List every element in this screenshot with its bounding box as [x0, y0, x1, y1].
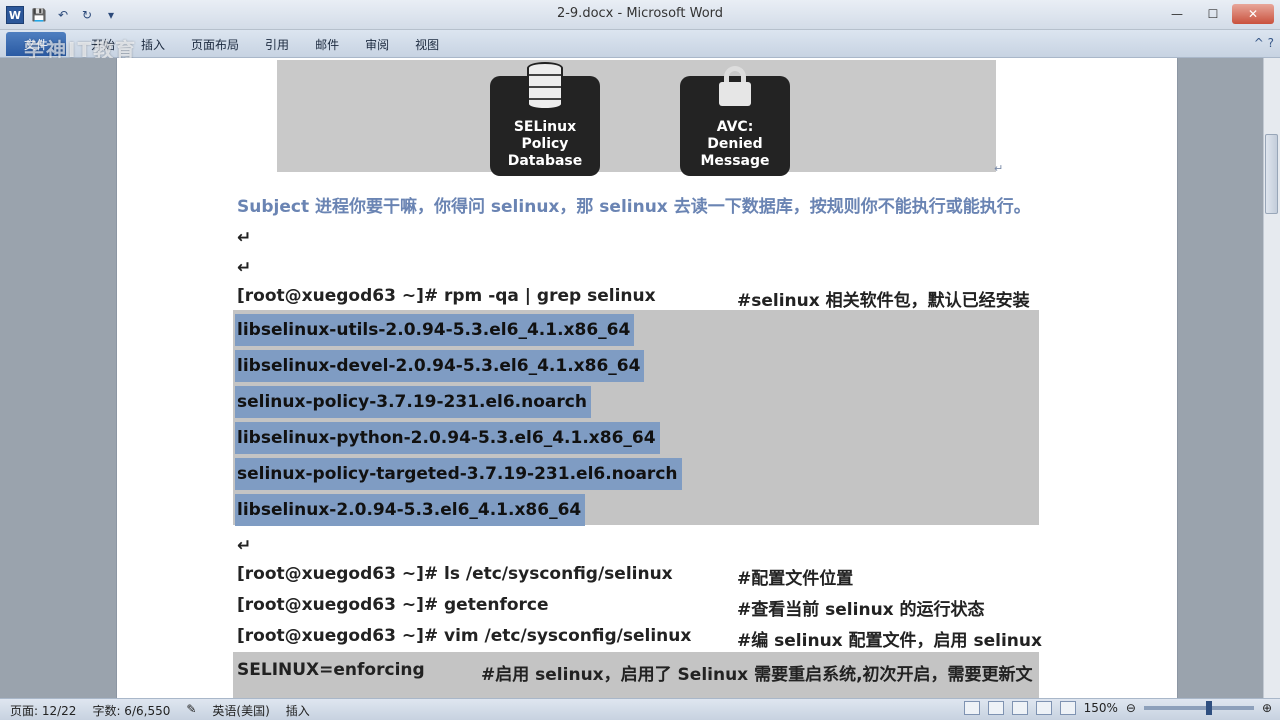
tab-mailings[interactable]: 邮件	[302, 36, 352, 53]
command-text: [root@xuegod63 ~]# rpm -qa | grep selinu…	[237, 286, 656, 306]
config-line: SELINUX=enforcing #启用 selinux，启用了 Selinu…	[237, 660, 1033, 685]
full-screen-view-button[interactable]	[987, 701, 1004, 715]
avc-denied-card: AVC: Denied Message	[680, 66, 790, 176]
zoom-slider[interactable]	[1143, 701, 1254, 715]
command-comment: #编 selinux 配置文件，启用 selinux	[737, 631, 1042, 651]
paragraph-mark: ↵	[237, 258, 252, 278]
config-comment: #启用 selinux，启用了 Selinux 需要重启系统,初次开启，需要更新…	[481, 665, 1033, 685]
zoom-slider-knob[interactable]	[1205, 701, 1212, 715]
database-icon	[527, 62, 563, 110]
avc-denied-label: AVC: Denied Message	[700, 119, 770, 169]
command-comment: #配置文件位置	[737, 569, 854, 589]
config-setting: SELINUX=enforcing	[237, 660, 425, 680]
insert-mode-indicator[interactable]: 插入	[286, 702, 310, 719]
command-line: [root@xuegod63 ~]# getenforce #查看当前 seli…	[237, 595, 985, 620]
policy-database-label: SELinux Policy Database	[507, 119, 583, 169]
ribbon-tab-bar: 文件 开始 插入 页面布局 引用 邮件 审阅 视图 ^ ?	[0, 30, 1280, 58]
zoom-out-icon[interactable]: ⊖	[1126, 701, 1136, 715]
page-count[interactable]: 页面: 12/22	[10, 702, 76, 719]
paragraph-mark: ↵	[237, 536, 252, 556]
print-layout-view-button[interactable]	[963, 701, 980, 715]
close-button[interactable]: ✕	[1232, 4, 1274, 24]
outline-view-button[interactable]	[1035, 701, 1052, 715]
command-line: [root@xuegod63 ~]# rpm -qa | grep selinu…	[237, 286, 1030, 311]
package-item: selinux-policy-3.7.19-231.el6.noarch	[235, 386, 591, 418]
command-line: [root@xuegod63 ~]# ls /etc/sysconfig/sel…	[237, 564, 853, 589]
status-bar: 页面: 12/22 字数: 6/6,550 ✎ 英语(美国) 插入 150% ⊖…	[0, 698, 1280, 720]
web-layout-view-button[interactable]	[1011, 701, 1028, 715]
minimize-button[interactable]: —	[1160, 4, 1194, 24]
tab-review[interactable]: 审阅	[352, 36, 402, 53]
command-text: [root@xuegod63 ~]# ls /etc/sysconfig/sel…	[237, 564, 673, 584]
title-bar: W 💾 ↶ ↻ ▾ 2-9.docx - Microsoft Word — ☐ …	[0, 0, 1280, 30]
maximize-button[interactable]: ☐	[1196, 4, 1230, 24]
command-text: [root@xuegod63 ~]# vim /etc/sysconfig/se…	[237, 626, 692, 646]
window-controls: — ☐ ✕	[1160, 4, 1274, 24]
command-comment: #selinux 相关软件包，默认已经安装	[737, 291, 1030, 311]
package-item: libselinux-utils-2.0.94-5.3.el6_4.1.x86_…	[235, 314, 635, 346]
package-item: selinux-policy-targeted-3.7.19-231.el6.n…	[235, 458, 682, 490]
word-count[interactable]: 字数: 6/6,550	[92, 702, 170, 719]
zoom-in-icon[interactable]: ⊕	[1262, 701, 1272, 715]
package-item: libselinux-devel-2.0.94-5.3.el6_4.1.x86_…	[235, 350, 645, 382]
language-indicator[interactable]: 英语(美国)	[212, 702, 269, 719]
tab-references[interactable]: 引用	[252, 36, 302, 53]
command-line: [root@xuegod63 ~]# vim /etc/sysconfig/se…	[237, 626, 1042, 651]
package-item: libselinux-2.0.94-5.3.el6_4.1.x86_64	[235, 494, 586, 526]
tab-page-layout[interactable]: 页面布局	[178, 36, 252, 53]
window-title: 2-9.docx - Microsoft Word	[556, 6, 724, 21]
paragraph-mark: ↵	[237, 228, 252, 248]
policy-database-card: SELinux Policy Database	[490, 62, 600, 176]
zoom-level[interactable]: 150%	[1084, 701, 1118, 715]
proofing-icon[interactable]: ✎	[186, 702, 196, 719]
tab-view[interactable]: 视图	[402, 36, 452, 53]
lock-icon	[717, 66, 753, 106]
scrollbar-thumb[interactable]	[1265, 134, 1278, 214]
draft-view-button[interactable]	[1059, 701, 1076, 715]
selinux-diagram-image[interactable]: SELinux Policy Database AVC: Denied Mess…	[277, 60, 996, 176]
command-text: [root@xuegod63 ~]# getenforce	[237, 595, 549, 615]
command-comment: #查看当前 selinux 的运行状态	[737, 600, 985, 620]
vertical-scrollbar[interactable]	[1263, 58, 1280, 698]
subject-paragraph: Subject 进程你要干嘛，你得问 selinux，那 selinux 去读一…	[237, 197, 1031, 217]
ribbon-help[interactable]: ^ ?	[1254, 36, 1274, 50]
package-item: libselinux-python-2.0.94-5.3.el6_4.1.x86…	[235, 422, 660, 454]
paragraph-mark: ↵	[994, 162, 1004, 175]
